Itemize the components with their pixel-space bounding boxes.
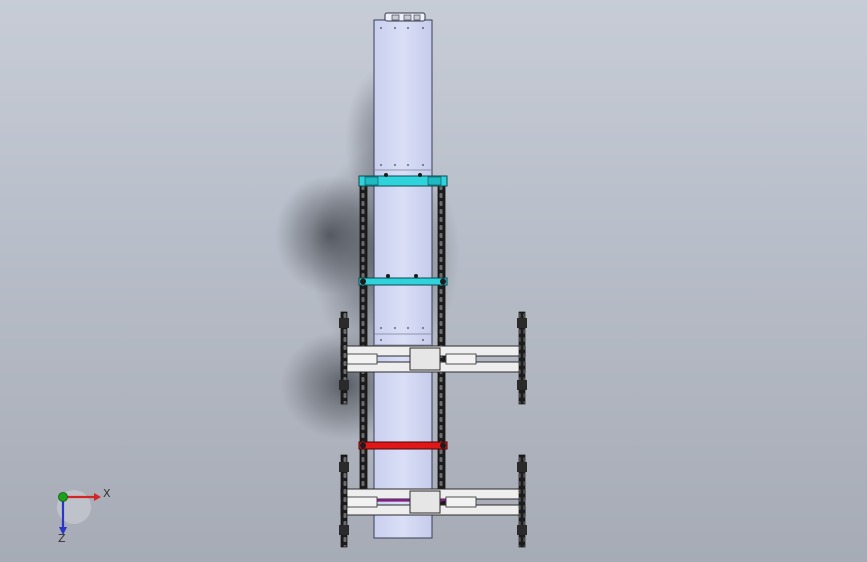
right-chain-rail[interactable] — [437, 181, 446, 508]
red-bracket[interactable] — [358, 441, 448, 450]
z-axis-label: Z — [58, 532, 66, 545]
x-axis-label: X — [103, 487, 111, 500]
y-axis-dot-icon — [58, 492, 68, 502]
lower-right-chain-arm[interactable] — [517, 454, 527, 548]
model-viewport[interactable]: X Z — [0, 0, 867, 562]
upper-carriage[interactable] — [340, 345, 526, 373]
column-top-cap[interactable] — [384, 12, 426, 22]
left-chain-rail[interactable] — [359, 181, 368, 508]
lower-carriage[interactable] — [340, 488, 526, 516]
x-arrowhead-icon — [94, 493, 101, 501]
coordinate-triad: X Z — [57, 487, 111, 545]
upper-right-chain-arm[interactable] — [517, 311, 527, 405]
